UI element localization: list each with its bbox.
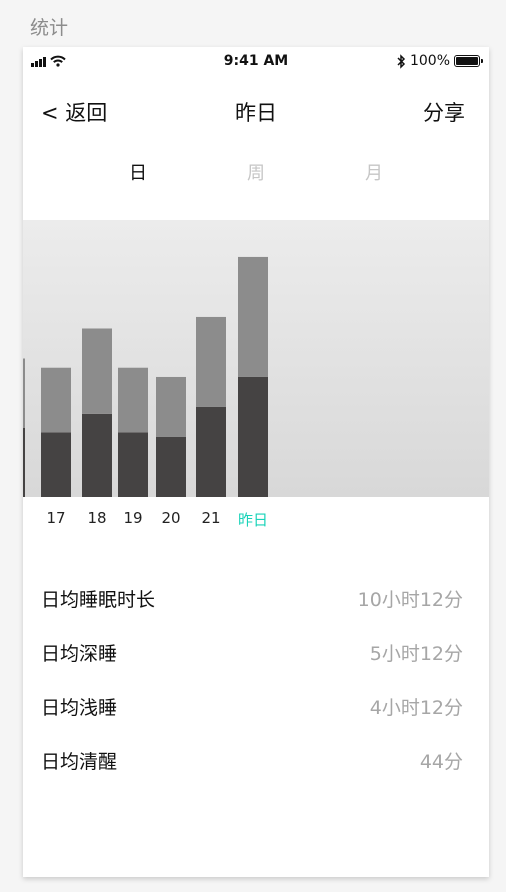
navigation-bar: < 返回 昨日 分享 [23,87,489,135]
x-tick-label-0: 16 [23,509,31,527]
light-sleep-bar-4 [156,376,186,437]
share-button[interactable]: 分享 [423,97,465,127]
period-tabs: 日 周 月 [23,159,489,189]
x-tick-label-4: 20 [161,509,181,527]
light-sleep-bar-6 [238,256,268,377]
deep-sleep-bar-5 [196,406,226,497]
status-bar: 9:41 AM 100% [23,47,489,77]
tab-month[interactable]: 月 [344,159,404,185]
status-right: 100% [396,53,483,69]
stat-value: 4小时12分 [369,697,463,719]
sleep-chart[interactable] [23,220,489,497]
chart-x-axis-labels: 16 17 18 19 20 21 昨日 [23,509,489,533]
deep-sleep-bar-1 [41,432,71,497]
stat-value: 5小时12分 [369,643,463,665]
stat-value: 44分 [419,751,463,773]
battery-percent: 100% [409,53,450,69]
stat-label: 日均清醒 [41,751,118,773]
battery-icon [454,55,483,67]
x-tick-label-6: 昨日 [237,511,268,529]
stat-label: 日均浅睡 [41,697,118,719]
deep-sleep-bar-3 [118,432,148,497]
deep-sleep-bar-0 [23,427,25,497]
stat-label: 日均睡眠时长 [41,589,156,611]
stat-row-avg-light-sleep: 日均浅睡 4小时12分 [23,685,489,725]
stat-row-avg-awake: 日均清醒 44分 [23,739,489,779]
light-sleep-bar-3 [118,367,148,433]
deep-sleep-bar-4 [156,436,186,497]
light-sleep-bar-0 [23,358,25,428]
x-tick-label-1: 17 [46,509,66,527]
light-sleep-bar-5 [196,316,226,407]
stat-row-avg-sleep-duration: 日均睡眠时长 10小时12分 [23,577,489,617]
deep-sleep-bar-2 [82,413,112,497]
x-tick-label-5: 21 [201,509,221,527]
tab-day[interactable]: 日 [108,159,168,185]
stat-row-avg-deep-sleep: 日均深睡 5小时12分 [23,631,489,671]
tab-week[interactable]: 周 [226,159,286,185]
light-sleep-bar-2 [82,328,112,414]
x-tick-label-3: 19 [123,509,143,527]
stat-label: 日均深睡 [41,643,118,665]
back-button[interactable]: < 返回 [41,97,107,127]
sleep-bar-chart [23,256,268,497]
phone-frame: 9:41 AM 100% < 返回 昨日 分享 日 周 月 16 17 18 19 20… [23,47,489,877]
x-tick-label-2: 18 [87,509,107,527]
page-label: 统计 [30,17,69,39]
bluetooth-icon [397,53,406,69]
light-sleep-bar-1 [41,367,71,433]
stat-value: 10小时12分 [357,589,463,611]
deep-sleep-bar-6 [238,376,268,497]
